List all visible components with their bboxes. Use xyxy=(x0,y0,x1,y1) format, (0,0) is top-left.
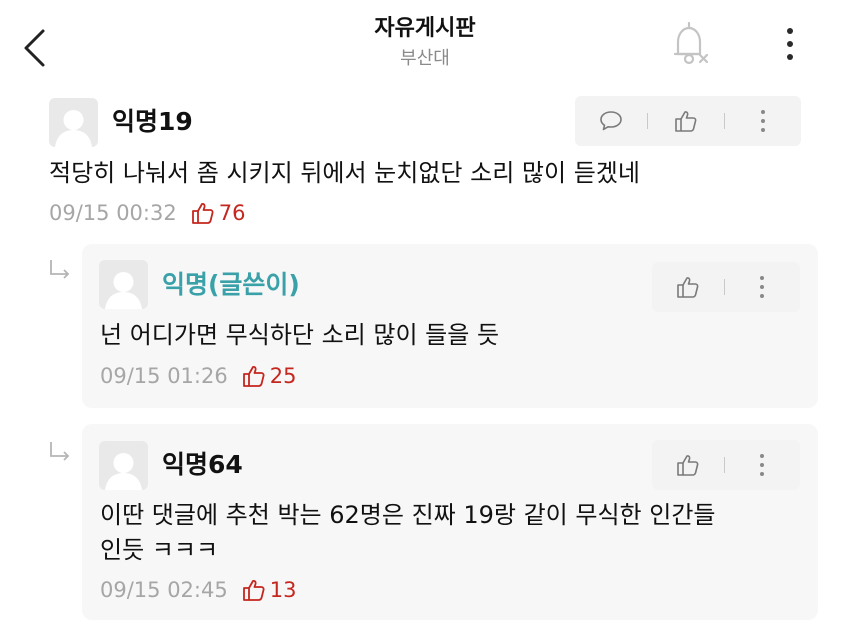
avatar xyxy=(49,98,98,147)
comment-actions xyxy=(652,262,800,312)
default-avatar-icon xyxy=(55,110,92,147)
comment-body: 적당히 나눠서 좀 시키지 뒤에서 눈치없단 소리 많이 듣겠네 xyxy=(49,159,640,187)
top-bar: 자유게시판 부산대 xyxy=(0,0,850,90)
reply-comment: 익명64 이딴 댓글에 추천 박는 62명은 진짜 19랑 같이 무식한 인간들… xyxy=(82,424,818,620)
reply-button[interactable] xyxy=(575,96,647,146)
comment-actions xyxy=(652,440,800,490)
comment-author: 익명64 xyxy=(162,450,243,479)
comment-author: 익명(글쓴이) xyxy=(162,270,300,299)
page-title: 자유게시판 xyxy=(374,16,476,41)
thumbs-up-icon xyxy=(242,364,266,388)
comment-meta: 09/15 02:45 13 xyxy=(100,576,296,604)
more-vertical-icon xyxy=(761,110,765,132)
comment-body-line-1: 이딴 댓글에 추천 박는 62명은 진짜 19랑 같이 무식한 인간들 xyxy=(100,501,716,529)
comment-more-button[interactable] xyxy=(725,440,799,490)
comment-actions xyxy=(575,96,801,146)
comment-body-line-2: 인듯 ㅋㅋㅋ xyxy=(100,536,219,564)
thumbs-up-icon xyxy=(677,277,699,298)
reply-arrow-icon xyxy=(50,260,70,279)
comment-time: 09/15 01:26 xyxy=(100,364,228,388)
like-button[interactable] xyxy=(652,262,724,312)
thumbs-up-icon xyxy=(677,455,699,476)
page-subtitle: 부산대 xyxy=(400,48,450,69)
comment-meta: 09/15 00:32 76 xyxy=(49,199,245,227)
comment-meta: 09/15 01:26 25 xyxy=(100,362,296,390)
comment-more-button[interactable] xyxy=(725,262,799,312)
reply-comment: 익명(글쓴이) 넌 어디가면 무식하단 소리 많이 들을 듯 09/15 01:… xyxy=(82,244,818,408)
default-avatar-icon xyxy=(105,272,142,309)
bell-off-icon xyxy=(673,21,709,65)
comment-time: 09/15 02:45 xyxy=(100,578,228,602)
more-vertical-icon xyxy=(787,28,793,60)
comment-time: 09/15 00:32 xyxy=(49,201,177,225)
comment-more-button[interactable] xyxy=(725,96,801,146)
thumbs-up-icon xyxy=(191,201,215,225)
comment-body: 넌 어디가면 무식하단 소리 많이 들을 듯 xyxy=(100,321,500,349)
notification-toggle-button[interactable] xyxy=(664,18,714,68)
avatar xyxy=(99,260,148,309)
default-avatar-icon xyxy=(105,453,142,490)
title-area: 자유게시판 부산대 xyxy=(0,14,850,72)
reply-arrow-icon xyxy=(50,442,70,461)
thumbs-up-icon xyxy=(675,111,697,132)
like-count: 13 xyxy=(269,578,297,602)
avatar xyxy=(99,441,148,490)
like-button[interactable] xyxy=(652,440,724,490)
thumbs-up-icon xyxy=(242,578,266,602)
like-count: 25 xyxy=(269,364,297,388)
more-vertical-icon xyxy=(760,276,764,298)
like-button[interactable] xyxy=(648,96,724,146)
comment-author: 익명19 xyxy=(112,107,193,136)
more-menu-button[interactable] xyxy=(770,22,810,66)
speech-bubble-icon xyxy=(600,111,622,131)
like-count: 76 xyxy=(218,201,246,225)
more-vertical-icon xyxy=(760,454,764,476)
